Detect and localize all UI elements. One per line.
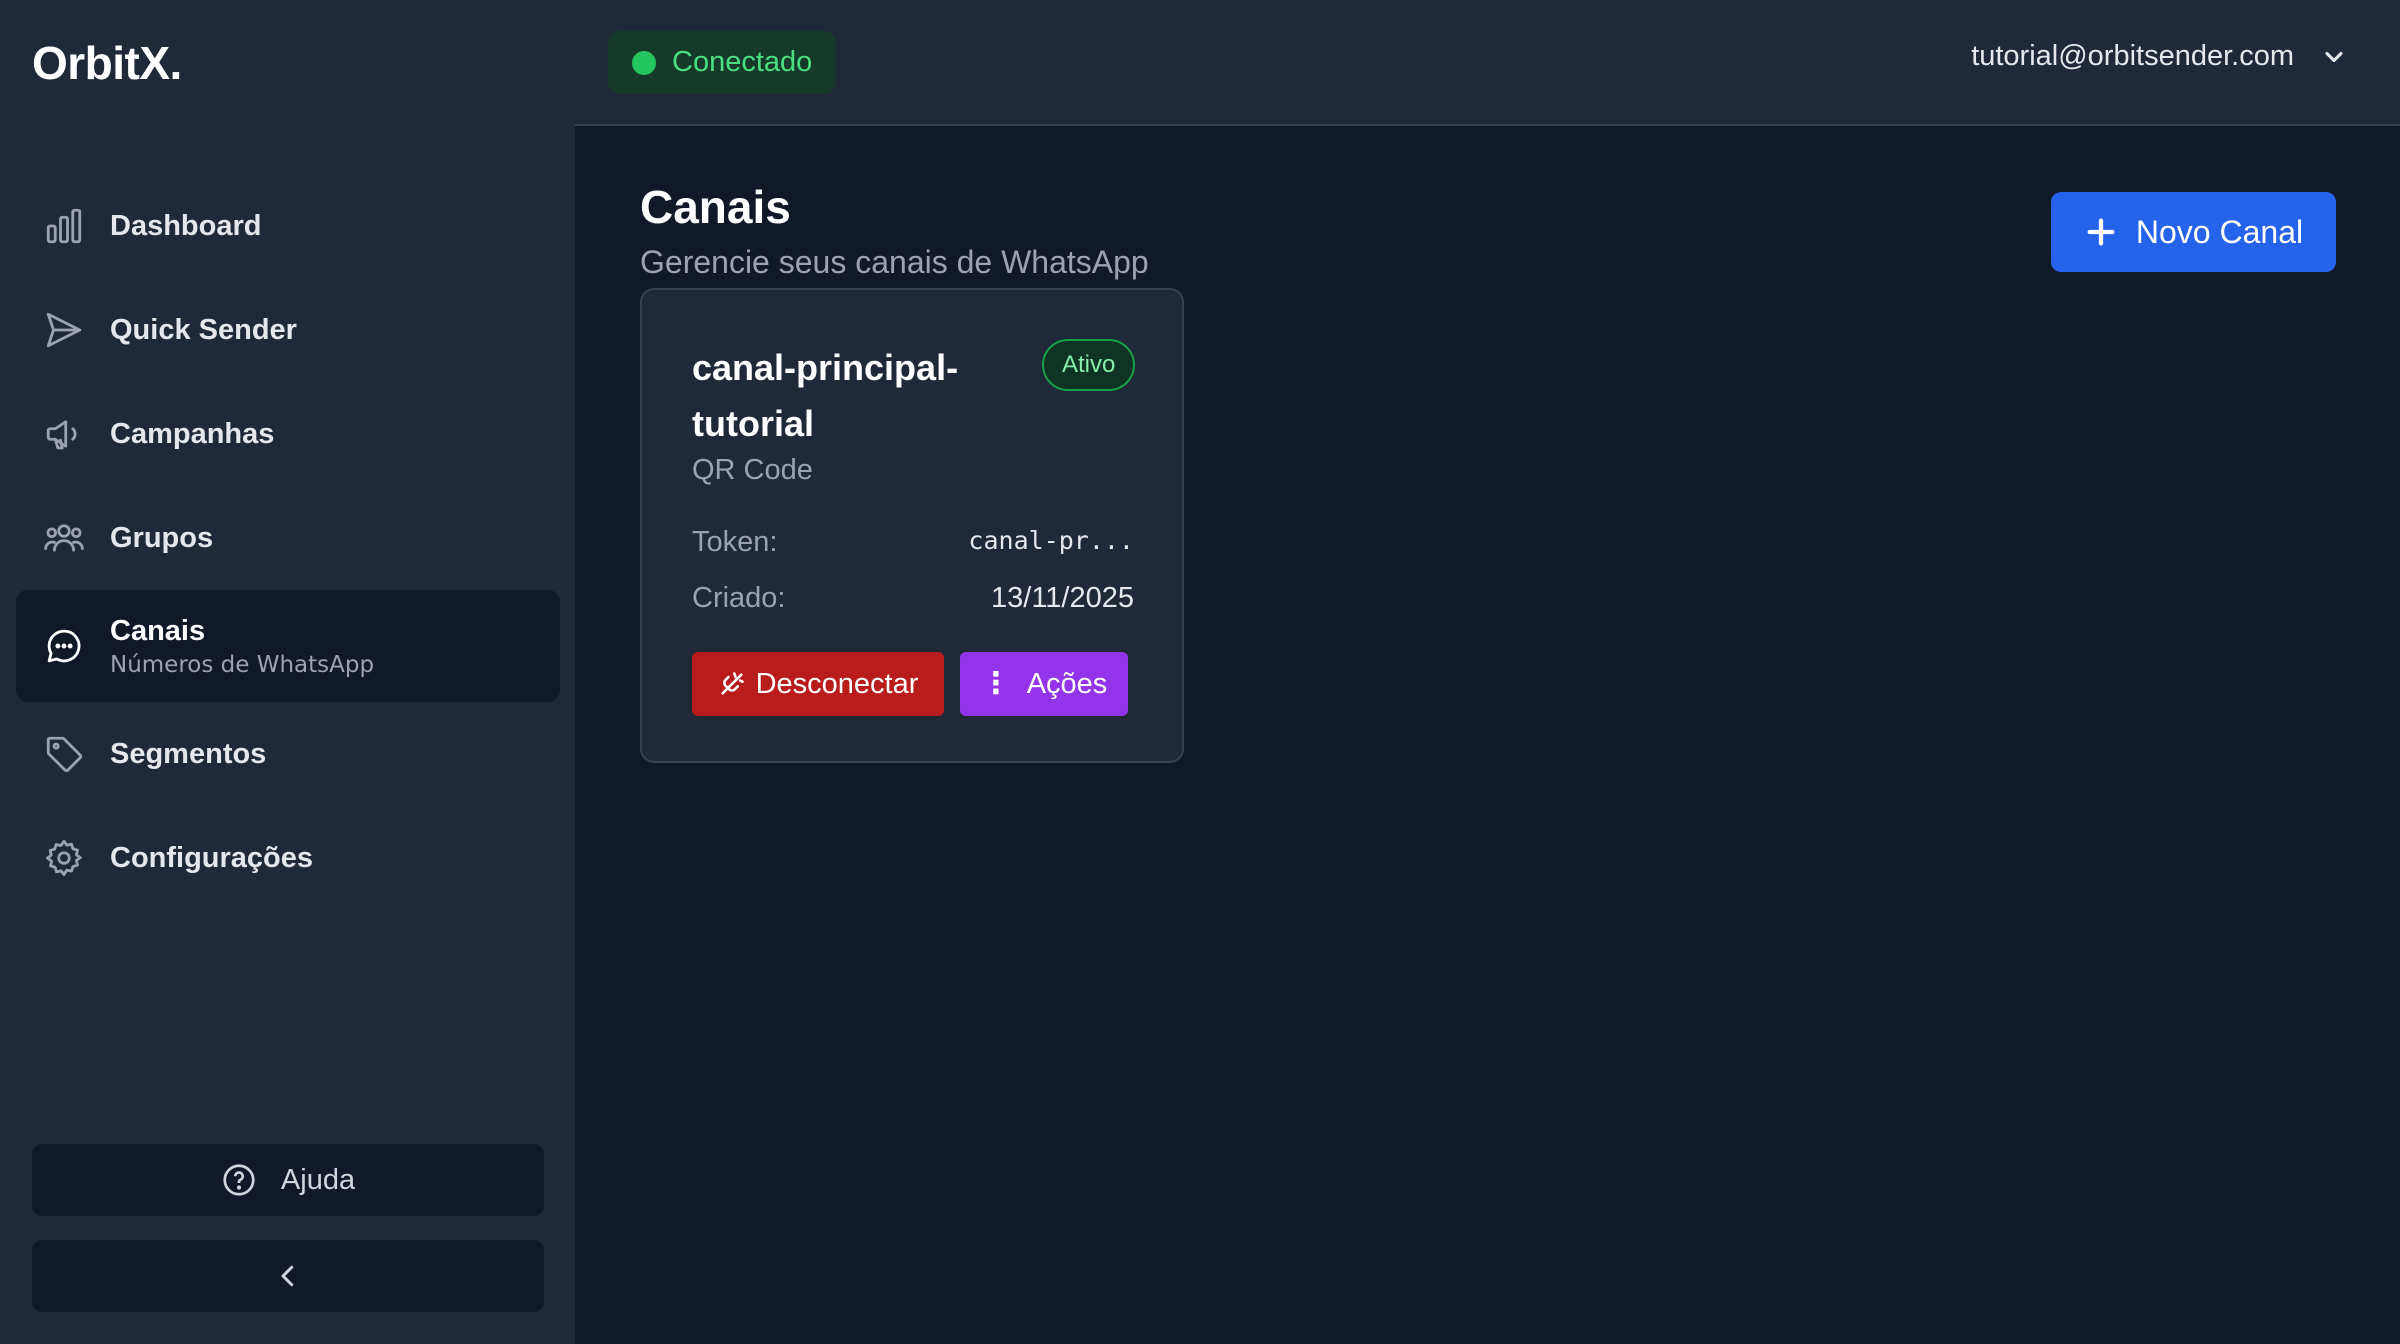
sidebar-item-label: Canais bbox=[110, 614, 206, 647]
token-value: canal-pr... bbox=[968, 526, 1134, 555]
more-vertical-icon: ⋮ bbox=[980, 667, 1011, 700]
sidebar-item-quick-sender[interactable]: Quick Sender bbox=[16, 278, 560, 382]
plus-icon bbox=[2087, 218, 2115, 246]
channel-card: canal-principal-tutorial Ativo QR Code T… bbox=[640, 288, 1184, 763]
status-dot-icon bbox=[632, 50, 656, 75]
status-badge: Ativo bbox=[1042, 339, 1136, 391]
sidebar-item-label: Quick Sender bbox=[110, 313, 297, 346]
actions-button[interactable]: ⋮ Ações bbox=[960, 652, 1128, 716]
disconnect-label: Desconectar bbox=[755, 667, 919, 700]
token-label: Token: bbox=[692, 526, 778, 558]
created-value: 13/11/2025 bbox=[991, 582, 1134, 614]
top-bar: Conectado tutorial@orbitsender.com bbox=[575, 0, 2400, 126]
connection-status-label: Conectado bbox=[672, 46, 813, 78]
chevron-left-icon bbox=[281, 1265, 294, 1287]
sidebar-item-segmentos[interactable]: Segmentos bbox=[16, 702, 560, 806]
sidebar-item-label: Grupos bbox=[110, 521, 214, 554]
unplug-icon bbox=[720, 672, 744, 695]
user-email: tutorial@orbitsender.com bbox=[1971, 40, 2294, 72]
bar-chart-icon bbox=[42, 204, 86, 248]
created-label: Criado: bbox=[692, 582, 786, 614]
help-button[interactable]: Ajuda bbox=[32, 1144, 544, 1216]
users-icon bbox=[42, 516, 86, 560]
connection-status-badge: Conectado bbox=[608, 31, 837, 94]
channel-name: canal-principal-tutorial bbox=[692, 347, 959, 444]
sidebar-item-grupos[interactable]: Grupos bbox=[16, 486, 560, 590]
new-channel-button[interactable]: Novo Canal bbox=[2051, 192, 2336, 272]
channel-type: QR Code bbox=[692, 454, 813, 486]
sidebar-item-label: Dashboard bbox=[110, 209, 262, 242]
sidebar-item-label: Segmentos bbox=[110, 737, 267, 770]
app-logo[interactable]: OrbitX. bbox=[32, 36, 182, 90]
megaphone-icon bbox=[42, 412, 86, 456]
status-badge-label: Ativo bbox=[1062, 351, 1116, 378]
sidebar-item-dashboard[interactable]: Dashboard bbox=[16, 174, 560, 278]
sidebar: OrbitX. Dashboard Quick Sender Campanhas… bbox=[0, 0, 575, 1344]
send-icon bbox=[42, 308, 86, 352]
gear-icon bbox=[42, 836, 86, 880]
user-menu[interactable]: tutorial@orbitsender.com bbox=[1971, 40, 2348, 73]
sidebar-item-configuracoes[interactable]: Configurações bbox=[16, 806, 560, 910]
sidebar-item-text: Canais Números de WhatsApp bbox=[110, 615, 374, 678]
tag-icon bbox=[42, 732, 86, 776]
sidebar-item-canais[interactable]: Canais Números de WhatsApp bbox=[16, 590, 560, 702]
help-circle-icon bbox=[223, 1164, 255, 1196]
sidebar-item-campanhas[interactable]: Campanhas bbox=[16, 382, 560, 486]
sidebar-item-sublabel: Números de WhatsApp bbox=[110, 651, 375, 678]
page-title: Canais bbox=[640, 181, 791, 233]
sidebar-item-label: Configurações bbox=[110, 841, 314, 874]
page-subtitle: Gerencie seus canais de WhatsApp bbox=[640, 244, 1149, 280]
sidebar-nav: Dashboard Quick Sender Campanhas Grupos bbox=[16, 174, 560, 910]
disconnect-button[interactable]: Desconectar bbox=[692, 652, 944, 716]
help-label: Ajuda bbox=[280, 1163, 356, 1196]
chat-bubble-icon bbox=[42, 624, 86, 668]
new-channel-label: Novo Canal bbox=[2135, 213, 2304, 250]
sidebar-item-label: Campanhas bbox=[110, 417, 275, 450]
collapse-sidebar-button[interactable] bbox=[32, 1240, 544, 1312]
chevron-down-icon bbox=[2325, 51, 2343, 62]
actions-label: Ações bbox=[1026, 667, 1108, 700]
